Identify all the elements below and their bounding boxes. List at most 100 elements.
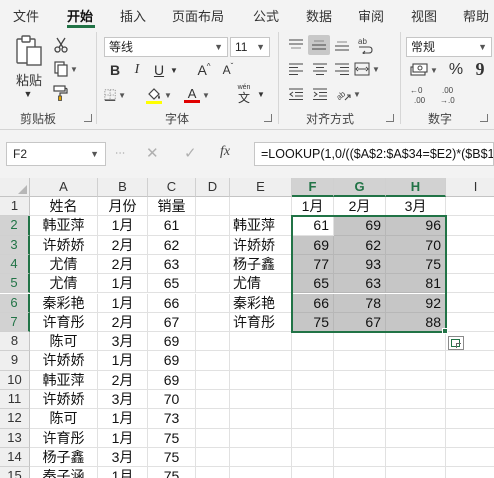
decrease-indent-button[interactable] [286, 84, 306, 104]
font-name-select[interactable]: 等线 ▼ [104, 37, 228, 57]
cell-b4[interactable]: 2月 [98, 254, 148, 275]
cell-a7[interactable]: 许育彤 [30, 312, 98, 333]
cell-a2[interactable]: 韩亚萍 [30, 216, 98, 236]
cell-h8[interactable] [386, 332, 446, 352]
accounting-format-button[interactable]: ▼ [408, 60, 440, 80]
row-header-5[interactable]: 5 [0, 274, 30, 294]
cell-f15[interactable] [292, 467, 334, 478]
paste-dropdown-arrow[interactable]: ▼ [18, 88, 38, 100]
row-header-13[interactable]: 13 [0, 428, 30, 448]
percent-button[interactable]: % [446, 60, 466, 80]
cell-b2[interactable]: 1月 [98, 216, 148, 236]
cell-f5[interactable]: 65 [292, 274, 334, 294]
cell-b7[interactable]: 2月 [98, 312, 148, 333]
formula-bar-grip-icon[interactable]: ⋮ [114, 148, 125, 157]
column-header-f[interactable]: F [292, 178, 334, 197]
column-header-b[interactable]: B [98, 178, 148, 197]
cell-c12[interactable]: 73 [148, 409, 196, 429]
confirm-entry-icon[interactable]: ✓ [184, 144, 197, 162]
row-header-6[interactable]: 6 [0, 293, 30, 313]
row-header-11[interactable]: 11 [0, 390, 30, 410]
number-format-select[interactable]: 常规 ▼ [406, 37, 492, 57]
cell-b9[interactable]: 1月 [98, 351, 148, 371]
select-all-button[interactable] [0, 178, 30, 197]
cell-c15[interactable]: 75 [148, 467, 196, 478]
cell-e14[interactable] [230, 447, 292, 468]
fill-handle[interactable] [442, 328, 448, 335]
column-header-g[interactable]: G [334, 178, 386, 197]
cell-a9[interactable]: 许娇娇 [30, 351, 98, 371]
font-launcher-icon[interactable] [264, 114, 272, 122]
cell-h3[interactable]: 70 [386, 235, 446, 255]
row-header-15[interactable]: 15 [0, 467, 30, 478]
cell-d10[interactable] [196, 370, 230, 390]
column-header-c[interactable]: C [148, 178, 196, 197]
cell-a4[interactable]: 尤倩 [30, 254, 98, 275]
align-top-button[interactable] [286, 36, 306, 54]
cell-d7[interactable] [196, 312, 230, 333]
cell-a12[interactable]: 陈可 [30, 409, 98, 429]
cell-e11[interactable] [230, 390, 292, 410]
copy-button[interactable]: ▼ [52, 60, 80, 78]
fill-color-button[interactable]: ▼ [146, 84, 172, 106]
wrap-text-button[interactable]: ab [354, 34, 376, 56]
cell-a1[interactable]: 姓名 [30, 197, 98, 217]
cell-h4[interactable]: 75 [386, 254, 446, 275]
cell-a8[interactable]: 陈可 [30, 332, 98, 352]
cell-b10[interactable]: 2月 [98, 370, 148, 390]
cell-b15[interactable]: 1月 [98, 467, 148, 478]
cell-c4[interactable]: 63 [148, 254, 196, 275]
cell-h14[interactable] [386, 447, 446, 468]
cell-d1[interactable] [196, 197, 230, 217]
cell-i9[interactable] [446, 351, 494, 371]
underline-dropdown-icon[interactable]: ▼ [169, 61, 179, 79]
cell-f3[interactable]: 69 [292, 235, 334, 255]
cell-a6[interactable]: 秦彩艳 [30, 293, 98, 313]
cell-c5[interactable]: 65 [148, 274, 196, 294]
tab-data[interactable]: 数据 [306, 6, 332, 25]
align-left-button[interactable] [286, 60, 306, 78]
cell-i2[interactable] [446, 216, 494, 236]
cell-a11[interactable]: 许娇娇 [30, 390, 98, 410]
cell-b6[interactable]: 1月 [98, 293, 148, 313]
cell-e13[interactable] [230, 428, 292, 448]
cell-c10[interactable]: 69 [148, 370, 196, 390]
cell-h9[interactable] [386, 351, 446, 371]
cell-f11[interactable] [292, 390, 334, 410]
cell-b14[interactable]: 3月 [98, 447, 148, 468]
row-header-10[interactable]: 10 [0, 370, 30, 390]
cell-f8[interactable] [292, 332, 334, 352]
cell-f9[interactable] [292, 351, 334, 371]
cell-c13[interactable]: 75 [148, 428, 196, 448]
cell-f13[interactable] [292, 428, 334, 448]
shrink-font-button[interactable]: Aˇ [218, 61, 238, 79]
cell-h11[interactable] [386, 390, 446, 410]
phonetic-dropdown-icon[interactable]: ▼ [256, 86, 266, 102]
merge-center-button[interactable]: ▼ [354, 60, 380, 78]
align-right-button[interactable] [332, 60, 352, 78]
cell-d2[interactable] [196, 216, 230, 236]
cell-g12[interactable] [334, 409, 386, 429]
cell-g6[interactable]: 78 [334, 293, 386, 313]
cell-f10[interactable] [292, 370, 334, 390]
cell-a3[interactable]: 许娇娇 [30, 235, 98, 255]
cell-c7[interactable]: 67 [148, 312, 196, 333]
cell-d12[interactable] [196, 409, 230, 429]
font-color-button[interactable]: A ▼ [184, 84, 210, 106]
cell-d11[interactable] [196, 390, 230, 410]
name-box[interactable]: F2 ▼ [6, 142, 106, 166]
cell-c2[interactable]: 61 [148, 216, 196, 236]
cell-i4[interactable] [446, 255, 494, 275]
orientation-button[interactable]: ab ▼ [334, 84, 362, 104]
cell-h13[interactable] [386, 428, 446, 448]
tab-insert[interactable]: 插入 [120, 6, 146, 25]
cell-c14[interactable]: 75 [148, 447, 196, 468]
cell-d13[interactable] [196, 428, 230, 448]
cell-i13[interactable] [446, 429, 494, 448]
cell-g1[interactable]: 2月 [334, 197, 386, 217]
cell-g3[interactable]: 62 [334, 235, 386, 255]
cell-g7[interactable]: 67 [334, 312, 386, 333]
row-header-1[interactable]: 1 [0, 197, 30, 217]
cell-i3[interactable] [446, 236, 494, 255]
cell-a15[interactable]: 秦子涵 [30, 467, 98, 478]
